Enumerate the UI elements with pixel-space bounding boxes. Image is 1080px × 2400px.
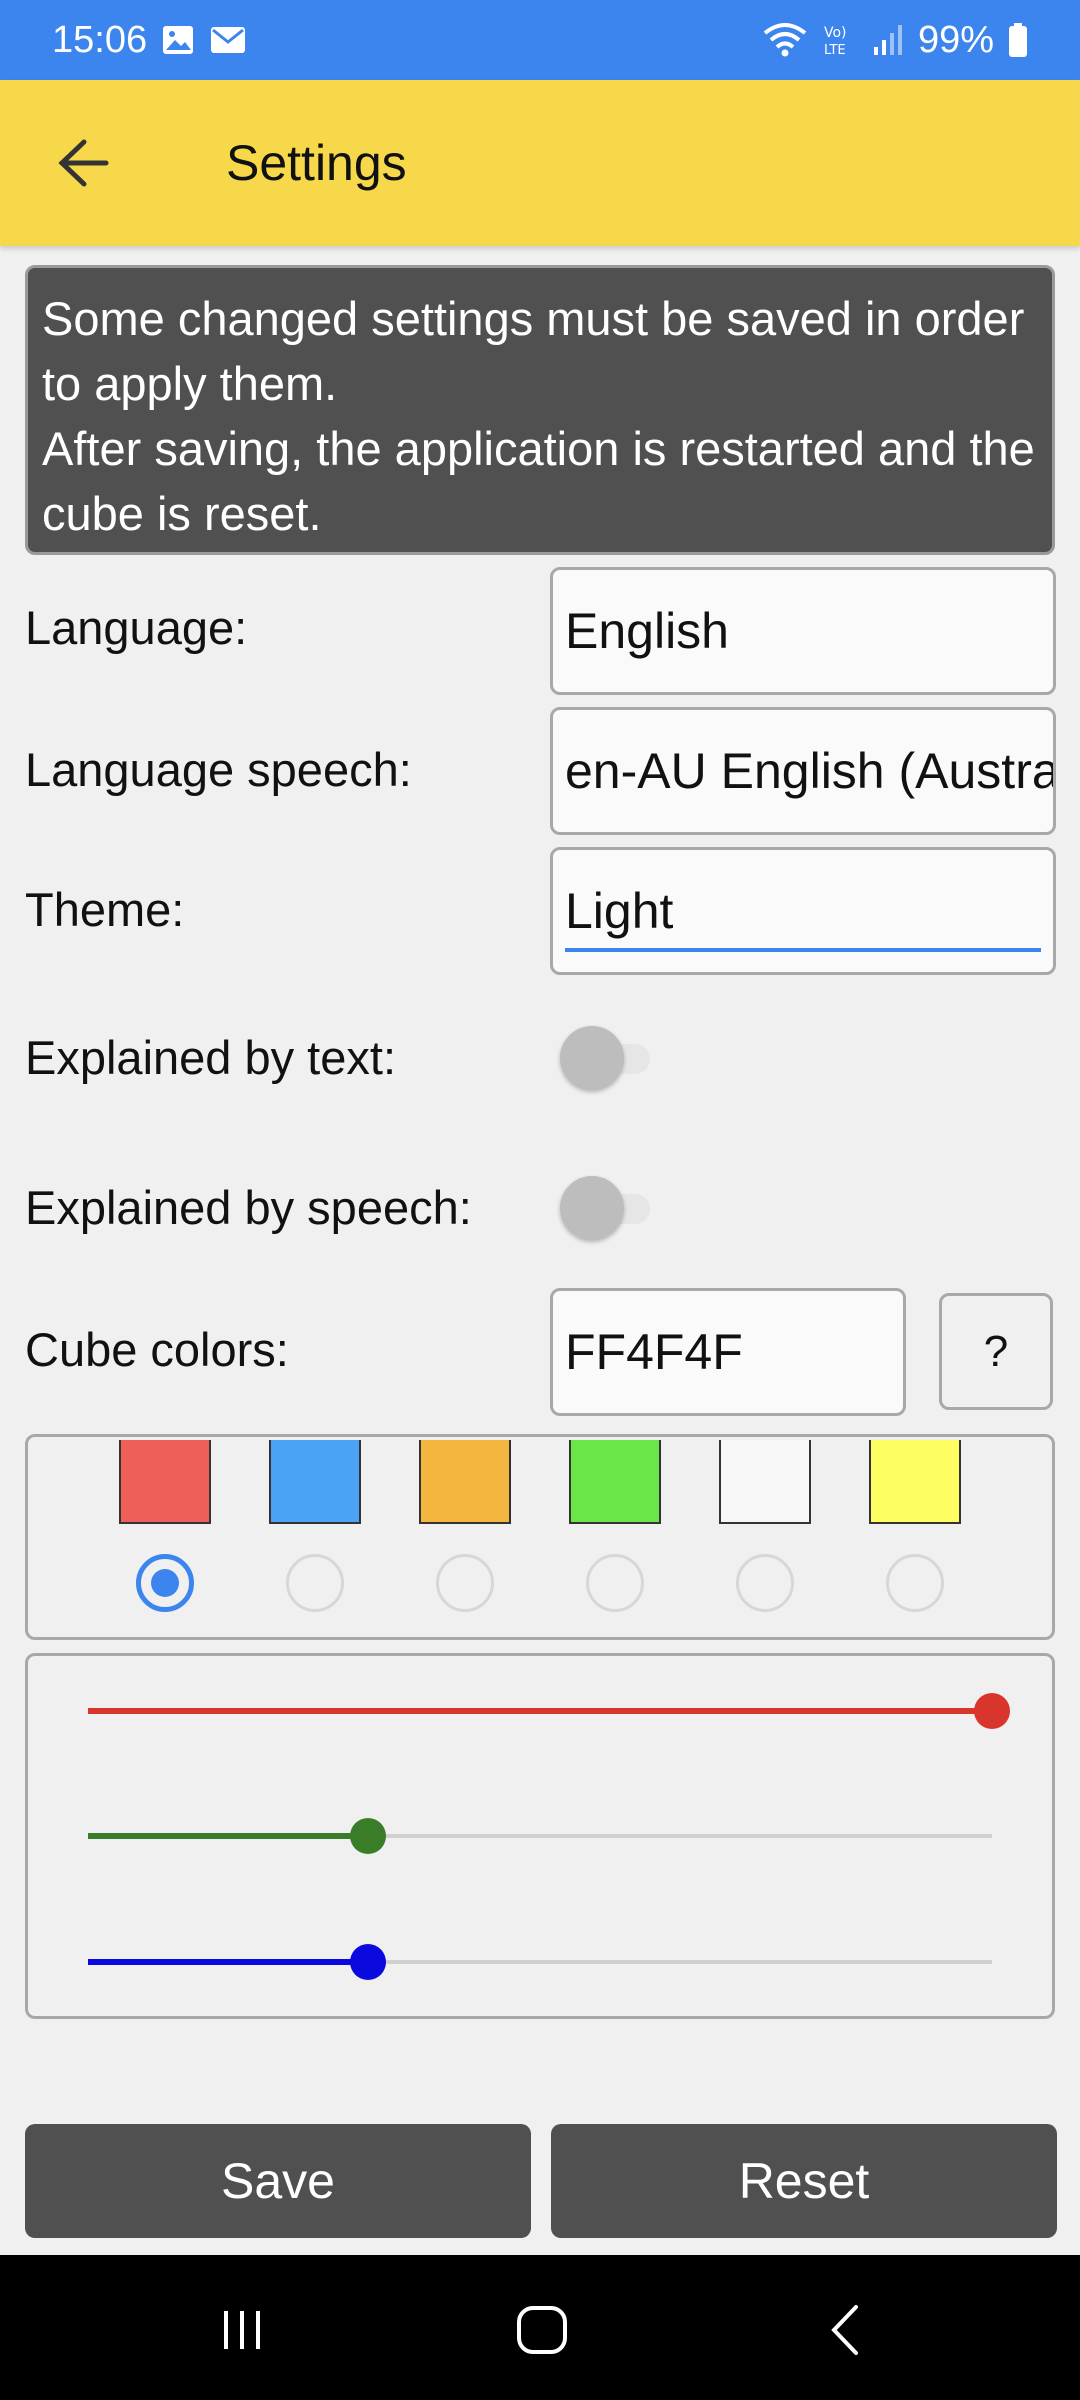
slider-knob[interactable] [350,1944,387,1980]
recents-button[interactable] [202,2295,282,2365]
color-radio-4[interactable] [586,1554,644,1612]
color-swatch-6[interactable] [869,1440,961,1524]
home-button[interactable] [502,2295,582,2365]
theme-select[interactable]: Light [550,847,1056,975]
slider-knob[interactable] [350,1818,387,1854]
language-label: Language: [25,601,248,654]
blue-slider[interactable] [88,1942,992,1982]
nav-back-button[interactable] [806,2295,886,2365]
app-bar: Settings [0,80,1080,246]
color-swatch-4[interactable] [569,1440,661,1524]
back-icon [831,2305,858,2355]
wifi-icon [762,21,808,59]
color-swatch-1[interactable] [119,1440,211,1524]
svg-text:LTE: LTE [824,43,846,58]
color-radio-5[interactable] [736,1554,794,1612]
mail-icon [209,23,247,57]
notice-line-2: After saving, the application is restart… [42,422,1035,540]
slider-knob[interactable] [974,1693,1010,1729]
color-swatch-2[interactable] [269,1440,361,1524]
volte-icon: Vo) LTE [822,22,858,58]
color-swatch-3[interactable] [419,1440,511,1524]
battery-icon [1008,22,1028,58]
cube-color-input[interactable]: FF4F4F [550,1288,906,1416]
theme-label: Theme: [25,883,185,936]
image-icon [161,23,195,57]
color-swatch-5[interactable] [719,1440,811,1524]
svg-text:Vo): Vo) [824,25,847,41]
arrow-left-icon [58,139,109,187]
switch-thumb [560,1176,624,1240]
status-bar: 15:06 Vo) LTE 99% [0,0,1080,80]
slider-fill [88,1708,992,1714]
explained-speech-switch[interactable] [560,1176,660,1240]
reset-button[interactable]: Reset [551,2124,1057,2238]
red-slider[interactable] [88,1691,1010,1731]
battery-percent: 99% [917,18,994,61]
color-radio-2[interactable] [286,1554,344,1612]
language-speech-select[interactable]: en-AU English (Australia) [550,707,1056,835]
cube-colors-label: Cube colors: [25,1323,289,1376]
explained-text-switch[interactable] [560,1026,660,1090]
page-title: Settings [226,135,407,191]
explained-text-label: Explained by text: [25,1031,396,1084]
color-radio-3[interactable] [436,1554,494,1612]
notice-line-1: Some changed settings must be saved in o… [42,292,1025,410]
back-button[interactable] [44,125,120,201]
switch-thumb [560,1026,624,1090]
system-nav-bar [0,2255,1080,2400]
color-radio-1[interactable] [136,1554,194,1612]
save-button[interactable]: Save [25,2124,531,2238]
save-notice: Some changed settings must be saved in o… [25,265,1055,555]
recents-icon [224,2311,260,2349]
home-icon [517,2306,567,2354]
slider-fill [88,1959,369,1965]
help-button[interactable]: ? [939,1293,1053,1410]
language-select[interactable]: English [550,567,1056,695]
signal-icon [872,23,904,57]
green-slider[interactable] [88,1816,992,1856]
status-time: 15:06 [52,18,148,61]
explained-speech-label: Explained by speech: [25,1181,472,1234]
language-speech-label: Language speech: [25,743,412,796]
color-radio-6[interactable] [886,1554,944,1612]
slider-fill [88,1833,369,1839]
